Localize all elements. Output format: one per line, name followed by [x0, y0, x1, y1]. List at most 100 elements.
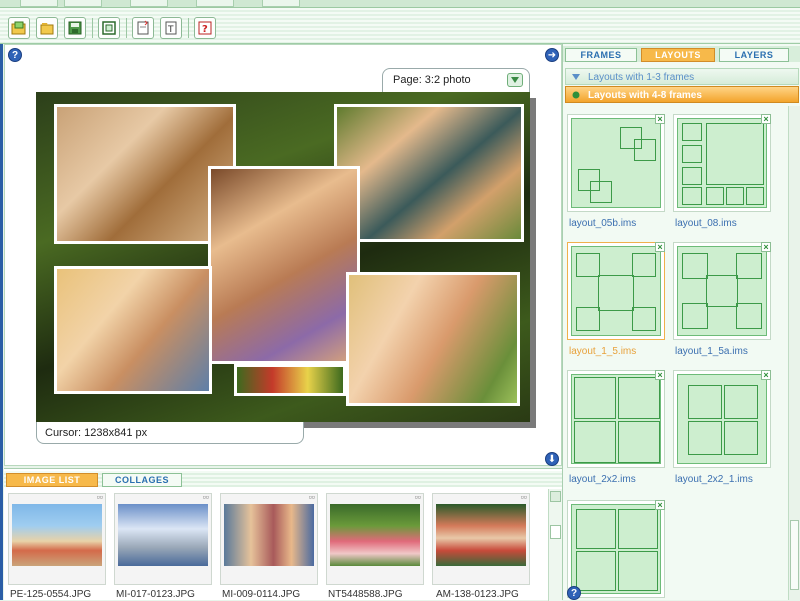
menu-item-page[interactable]: [130, 0, 168, 7]
open-folder-button[interactable]: [36, 17, 58, 39]
cursor-position-label: Cursor: 1238x841 px: [45, 427, 148, 439]
image-thumbnail: [436, 504, 526, 566]
bottom-tabs: IMAGE LIST COLLAGES: [4, 471, 562, 487]
image-file-name: MI-009-0114.JPG: [222, 589, 301, 600]
new-page-button[interactable]: [132, 17, 154, 39]
canvas-help-icon[interactable]: ?: [8, 48, 22, 62]
image-thumbnail: [224, 504, 314, 566]
image-item[interactable]: ▫▫: [8, 492, 106, 585]
layout-thumbnail: [571, 504, 661, 594]
tab-layouts[interactable]: LAYOUTS: [641, 48, 715, 62]
layout-thumbnail: [677, 246, 767, 336]
close-icon[interactable]: ×: [655, 370, 665, 380]
close-icon[interactable]: ×: [655, 242, 665, 252]
layout-thumbnail: [677, 374, 767, 464]
layout-name: layout_2x2.ims: [569, 474, 636, 485]
svg-text:T: T: [167, 25, 174, 35]
layout-name: layout_1_5.ims: [569, 346, 637, 357]
scroll-up-icon[interactable]: [550, 491, 561, 502]
layout-thumbnail: [571, 374, 661, 464]
layout-thumbnail: [677, 118, 767, 208]
svg-text:?: ?: [202, 24, 208, 35]
image-file-name: MI-017-0123.JPG: [116, 589, 195, 600]
open-folder-icon: [40, 23, 54, 35]
collage-preview[interactable]: [36, 92, 530, 422]
image-thumbnail: [330, 504, 420, 566]
layouts-help-icon[interactable]: ?: [567, 586, 581, 600]
frame-button[interactable]: [98, 17, 120, 39]
collage-photo-5[interactable]: [346, 272, 520, 406]
frame-icon: [102, 21, 116, 35]
layout-name: layout_08.ims: [675, 218, 737, 229]
menu-item-view[interactable]: [64, 0, 102, 7]
page-format-value: Page: 3:2 photo: [393, 74, 471, 86]
image-thumbnail: [118, 504, 208, 566]
layout-thumbnail: [571, 118, 661, 208]
image-list-panel: IMAGE LIST COLLAGES ? ▫▫ PE-125-0554.JPG…: [4, 468, 562, 601]
help-icon: ?: [198, 21, 212, 35]
expanded-icon: [572, 91, 580, 99]
group-layouts-4-8-frames[interactable]: Layouts with 4-8 frames: [565, 86, 799, 103]
help-button[interactable]: ?: [194, 17, 216, 39]
collage-photo-4[interactable]: [54, 266, 212, 394]
layout-item[interactable]: ×: [567, 370, 665, 468]
layout-item[interactable]: ×: [567, 500, 665, 598]
group-label: Layouts with 4-8 frames: [588, 90, 702, 101]
open-button[interactable]: [8, 17, 30, 39]
menu-item-actions[interactable]: [196, 0, 234, 7]
window-left-edge: [0, 0, 3, 600]
toolbar-separator: [126, 18, 127, 38]
image-thumbnail: [12, 504, 102, 566]
arrow-right-icon[interactable]: ➜: [545, 48, 559, 62]
close-icon[interactable]: ×: [655, 114, 665, 124]
tab-collages[interactable]: COLLAGES: [102, 473, 182, 487]
close-icon[interactable]: ×: [761, 370, 771, 380]
scrollbar-thumb[interactable]: [550, 525, 561, 539]
menu-item-file[interactable]: [20, 0, 58, 7]
text-button[interactable]: T: [160, 17, 182, 39]
layout-name: layout_1_5a.ims: [675, 346, 748, 357]
tab-layers[interactable]: LAYERS: [719, 48, 789, 62]
chevron-down-icon[interactable]: [507, 73, 523, 87]
collage-photo-6[interactable]: [234, 364, 346, 396]
image-item[interactable]: ▫▫: [220, 492, 318, 585]
group-layouts-1-3-frames[interactable]: Layouts with 1-3 frames: [565, 68, 799, 85]
layout-item[interactable]: ×: [567, 114, 665, 212]
menu-bar: [0, 0, 800, 8]
image-item[interactable]: ▫▫: [114, 492, 212, 585]
image-file-name: NT5448588.JPG: [328, 589, 403, 600]
tab-frames[interactable]: FRAMES: [565, 48, 637, 62]
right-panel: FRAMES LAYOUTS LAYERS Layouts with 1-3 f…: [562, 44, 800, 600]
close-icon[interactable]: ×: [761, 242, 771, 252]
layout-item[interactable]: ×: [567, 242, 665, 340]
new-page-icon: [137, 20, 149, 35]
image-file-name: PE-125-0554.JPG: [10, 589, 92, 600]
layouts-scrollbar[interactable]: [788, 106, 800, 600]
group-label: Layouts with 1-3 frames: [588, 72, 695, 83]
layout-name: layout_05b.ims: [569, 218, 637, 229]
save-icon: [68, 21, 82, 35]
close-icon[interactable]: ×: [655, 500, 665, 510]
scrollbar-thumb[interactable]: [790, 520, 799, 590]
text-icon: T: [165, 21, 177, 35]
cursor-readout: Cursor: 1238x841 px: [36, 422, 304, 444]
layout-name: layout_2x2_1.ims: [675, 474, 753, 485]
save-button[interactable]: [64, 17, 86, 39]
image-item[interactable]: ▫▫: [432, 492, 530, 585]
right-panel-tabs: FRAMES LAYOUTS LAYERS: [563, 46, 800, 62]
tab-image-list[interactable]: IMAGE LIST: [6, 473, 98, 487]
layout-item[interactable]: ×: [673, 242, 771, 340]
close-icon[interactable]: ×: [761, 114, 771, 124]
page-format-select[interactable]: Page: 3:2 photo: [382, 68, 530, 92]
collage-photo-2[interactable]: [334, 104, 524, 242]
toolbar-separator: [92, 18, 93, 38]
image-file-name: AM-138-0123.JPG: [436, 589, 519, 600]
arrow-down-icon[interactable]: ⬇: [545, 452, 559, 466]
menu-item-help[interactable]: [262, 0, 300, 7]
collage-photo-3[interactable]: [208, 166, 360, 364]
open-icon: [11, 21, 26, 35]
layout-item[interactable]: ×: [673, 370, 771, 468]
layout-item[interactable]: ×: [673, 114, 771, 212]
image-item[interactable]: ▫▫: [326, 492, 424, 585]
image-list-scrollbar[interactable]: [548, 489, 562, 601]
